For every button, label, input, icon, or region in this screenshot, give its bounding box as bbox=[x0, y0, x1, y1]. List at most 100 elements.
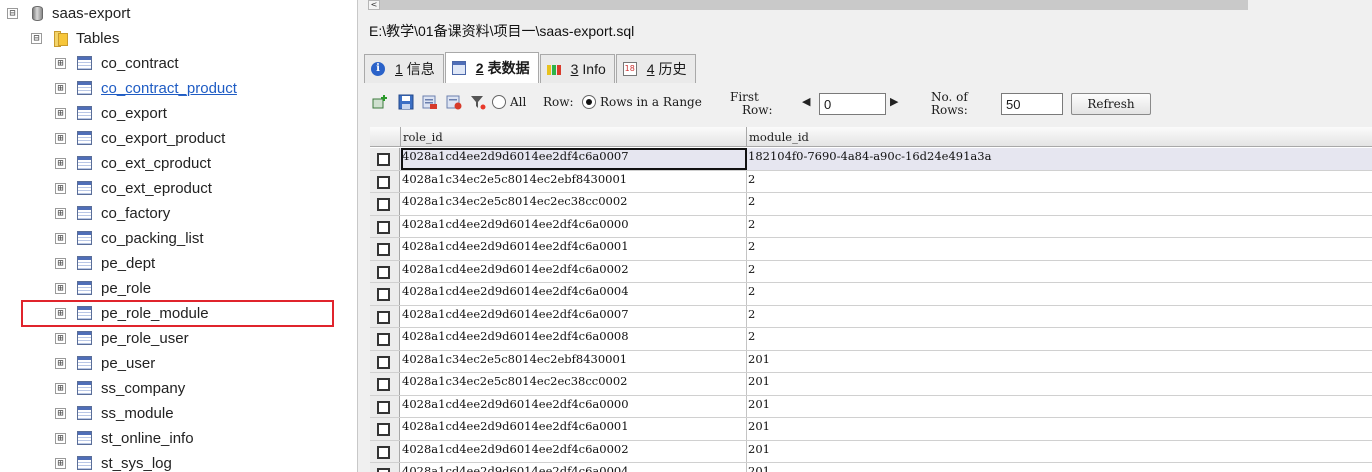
cell-role-id[interactable]: 4028a1c34ec2e5c8014ec2ec38cc0002 bbox=[401, 373, 747, 395]
table-row[interactable]: 4028a1c34ec2e5c8014ec2ec38cc0002 2 bbox=[370, 193, 1372, 216]
cell-module-id[interactable]: 2 bbox=[747, 193, 1372, 215]
horizontal-scrollbar[interactable]: < bbox=[368, 0, 1248, 10]
row-checkbox[interactable] bbox=[377, 265, 390, 279]
expand-icon[interactable]: ⊞ bbox=[55, 57, 66, 69]
table-row[interactable]: 4028a1cd4ee2d9d6014ee2df4c6a0000 201 bbox=[370, 395, 1372, 418]
table-name[interactable]: pe_user bbox=[101, 355, 155, 372]
row-checkbox[interactable] bbox=[377, 378, 390, 391]
table-row[interactable]: 4028a1cd4ee2d9d6014ee2df4c6a0008 2 bbox=[370, 328, 1372, 351]
tree-node-table[interactable]: ⊞ co_ext_cproduct bbox=[55, 152, 211, 174]
tree-node-table[interactable]: ⊞ st_online_info bbox=[55, 427, 194, 449]
tree-node-table[interactable]: ⊞ pe_user bbox=[55, 352, 155, 374]
tree-node-table[interactable]: ⊞ co_ext_eproduct bbox=[55, 177, 212, 199]
database-name[interactable]: saas-export bbox=[52, 5, 130, 22]
expand-icon[interactable]: ⊞ bbox=[55, 232, 66, 244]
row-checkbox[interactable] bbox=[377, 445, 390, 459]
cell-role-id[interactable]: 4028a1cd4ee2d9d6014ee2df4c6a0000 bbox=[401, 215, 747, 237]
table-row[interactable]: 4028a1c34ec2e5c8014ec2ec38cc0002 201 bbox=[370, 373, 1372, 396]
cell-module-id[interactable]: 201 bbox=[747, 418, 1372, 440]
expand-icon[interactable]: ⊞ bbox=[55, 82, 66, 94]
range-rows-radio[interactable] bbox=[582, 95, 596, 109]
table-row[interactable]: 4028a1cd4ee2d9d6014ee2df4c6a0004 2 bbox=[370, 283, 1372, 306]
tree-node-table[interactable]: ⊞ co_factory bbox=[55, 202, 170, 224]
cell-module-id[interactable]: 201 bbox=[747, 463, 1372, 472]
cell-role-id[interactable]: 4028a1cd4ee2d9d6014ee2df4c6a0001 bbox=[401, 418, 747, 440]
save-icon[interactable] bbox=[398, 94, 414, 110]
row-checkbox[interactable] bbox=[377, 333, 390, 346]
cell-module-id[interactable]: 2 bbox=[747, 283, 1372, 305]
expand-icon[interactable]: ⊞ bbox=[55, 432, 66, 444]
table-name[interactable]: co_contract bbox=[101, 55, 179, 72]
table-row[interactable]: 4028a1cd4ee2d9d6014ee2df4c6a0001 201 bbox=[370, 418, 1372, 441]
table-row[interactable]: 4028a1c34ec2e5c8014ec2ebf8430001 2 bbox=[370, 170, 1372, 193]
scroll-left-arrow-icon[interactable]: < bbox=[368, 0, 380, 10]
column-header-role-id[interactable]: role_id bbox=[401, 127, 747, 147]
tab-history[interactable]: 18 4 历史 bbox=[615, 54, 696, 83]
tree-node-table[interactable]: ⊞ co_export_product bbox=[55, 127, 225, 149]
first-row-input[interactable]: 0 bbox=[819, 93, 886, 115]
refresh-button[interactable]: Refresh bbox=[1071, 93, 1151, 115]
tree-node-table[interactable]: ⊞ pe_role_user bbox=[55, 327, 189, 349]
tree-node-tables-folder[interactable]: ⊟ Tables bbox=[31, 27, 119, 49]
expand-icon[interactable]: ⊞ bbox=[55, 282, 66, 294]
cell-module-id[interactable]: 201 bbox=[747, 441, 1372, 463]
table-name[interactable]: co_ext_cproduct bbox=[101, 155, 211, 172]
cell-role-id[interactable]: 4028a1cd4ee2d9d6014ee2df4c6a0007 bbox=[401, 305, 747, 327]
expand-icon[interactable]: ⊞ bbox=[55, 407, 66, 419]
table-row[interactable]: 4028a1cd4ee2d9d6014ee2df4c6a0001 2 bbox=[370, 238, 1372, 261]
tree-node-table[interactable]: ⊞ pe_role bbox=[55, 277, 151, 299]
expand-icon[interactable]: ⊞ bbox=[55, 157, 66, 169]
tree-node-table[interactable]: ⊞ co_export bbox=[55, 102, 167, 124]
cell-module-id[interactable]: 2 bbox=[747, 306, 1372, 328]
tree-node-table[interactable]: ⊞ st_sys_log bbox=[55, 452, 172, 472]
expand-icon[interactable]: ⊞ bbox=[55, 457, 66, 469]
delete-row-icon[interactable] bbox=[422, 94, 438, 110]
cell-role-id[interactable]: 4028a1cd4ee2d9d6014ee2df4c6a0004 bbox=[401, 463, 747, 472]
tree-node-database[interactable]: ⊟ saas-export bbox=[7, 2, 130, 24]
cell-role-id[interactable]: 4028a1cd4ee2d9d6014ee2df4c6a0001 bbox=[401, 238, 747, 260]
cell-role-id[interactable]: 4028a1cd4ee2d9d6014ee2df4c6a0004 bbox=[401, 283, 747, 305]
table-name[interactable]: pe_role bbox=[101, 280, 151, 297]
table-name[interactable]: ss_company bbox=[101, 380, 185, 397]
collapse-icon[interactable]: ⊟ bbox=[7, 7, 18, 19]
table-row[interactable]: 4028a1cd4ee2d9d6014ee2df4c6a0002 201 bbox=[370, 440, 1372, 463]
tree-node-table[interactable]: ⊞ ss_company bbox=[55, 377, 185, 399]
num-rows-input[interactable]: 50 bbox=[1001, 93, 1063, 115]
tab-table-data[interactable]: 2 表数据 bbox=[444, 52, 539, 83]
tree-node-table[interactable]: ⊞ ss_module bbox=[55, 402, 174, 424]
refresh-data-icon[interactable] bbox=[446, 94, 462, 110]
table-name[interactable]: st_sys_log bbox=[101, 455, 172, 472]
all-rows-radio[interactable] bbox=[492, 95, 506, 109]
tree-node-table[interactable]: ⊞ co_packing_list bbox=[55, 227, 204, 249]
expand-icon[interactable]: ⊞ bbox=[55, 132, 66, 144]
table-row[interactable]: 4028a1cd4ee2d9d6014ee2df4c6a0002 2 bbox=[370, 260, 1372, 283]
table-name[interactable]: pe_dept bbox=[101, 255, 155, 272]
table-name[interactable]: pe_role_user bbox=[101, 330, 189, 347]
row-checkbox[interactable] bbox=[377, 288, 390, 301]
table-name[interactable]: co_contract_product bbox=[101, 80, 237, 97]
cell-module-id[interactable]: 201 bbox=[747, 351, 1372, 373]
cell-role-id[interactable]: 4028a1c34ec2e5c8014ec2ebf8430001 bbox=[401, 170, 747, 192]
row-checkbox[interactable] bbox=[377, 175, 390, 189]
cell-role-id[interactable]: 4028a1cd4ee2d9d6014ee2df4c6a0008 bbox=[401, 328, 747, 350]
row-checkbox[interactable] bbox=[377, 153, 390, 166]
row-checkbox[interactable] bbox=[377, 355, 390, 369]
table-name[interactable]: ss_module bbox=[101, 405, 174, 422]
cell-module-id[interactable]: 201 bbox=[747, 396, 1372, 418]
expand-icon[interactable]: ⊞ bbox=[55, 382, 66, 394]
previous-page-icon[interactable]: ◀ bbox=[802, 95, 810, 108]
row-checkbox[interactable] bbox=[377, 243, 390, 256]
cell-role-id[interactable]: 4028a1cd4ee2d9d6014ee2df4c6a0002 bbox=[401, 260, 747, 282]
row-checkbox[interactable] bbox=[377, 400, 390, 414]
tables-folder-label[interactable]: Tables bbox=[76, 30, 119, 47]
cell-module-id[interactable]: 2 bbox=[747, 238, 1372, 260]
next-page-icon[interactable]: ▶ bbox=[890, 95, 898, 108]
table-name[interactable]: co_export_product bbox=[101, 130, 225, 147]
table-row[interactable]: 4028a1cd4ee2d9d6014ee2df4c6a0004 201 bbox=[370, 463, 1372, 472]
cell-role-id[interactable]: 4028a1cd4ee2d9d6014ee2df4c6a0000 bbox=[401, 395, 747, 417]
expand-icon[interactable]: ⊞ bbox=[55, 332, 66, 344]
row-checkbox[interactable] bbox=[377, 220, 390, 234]
table-row[interactable]: 4028a1cd4ee2d9d6014ee2df4c6a0000 2 bbox=[370, 215, 1372, 238]
table-name[interactable]: st_online_info bbox=[101, 430, 194, 447]
tab-info[interactable]: i 1 信息 bbox=[364, 54, 444, 83]
